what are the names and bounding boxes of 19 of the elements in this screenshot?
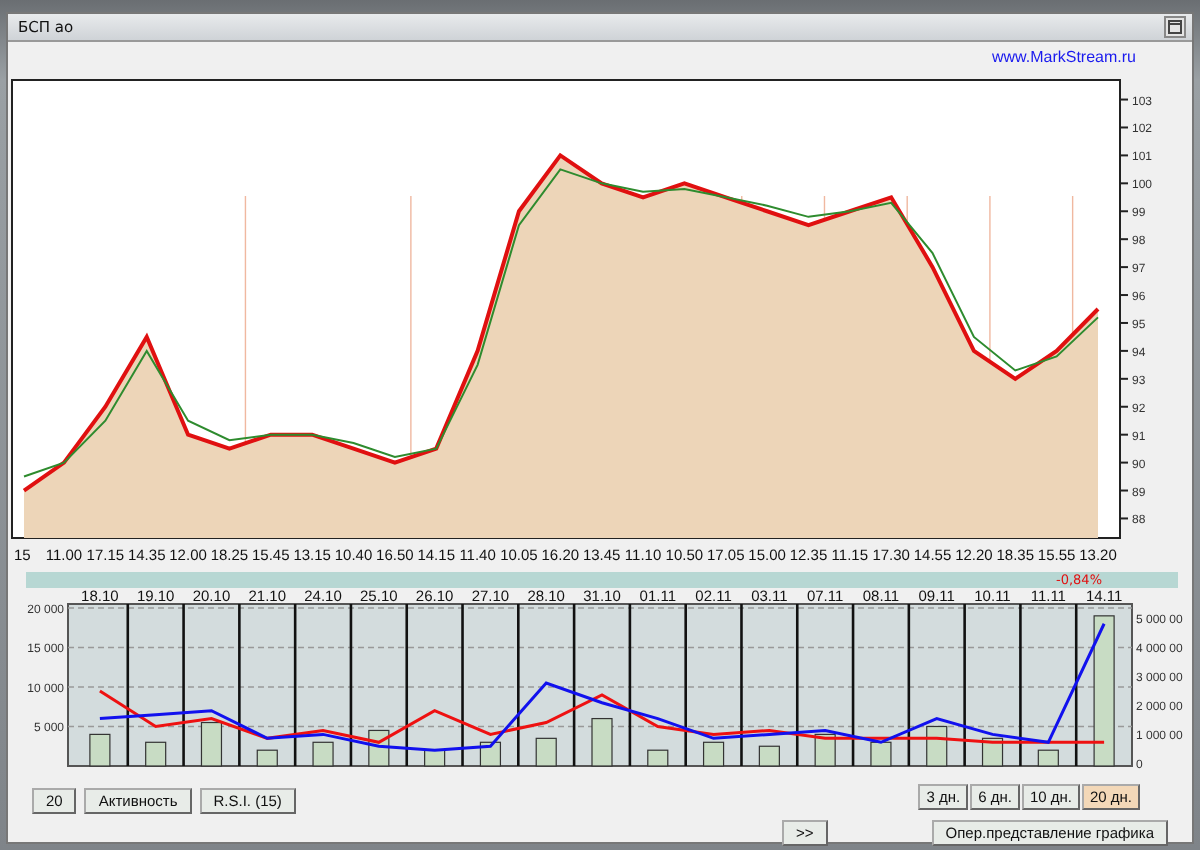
volume-bar xyxy=(145,741,167,767)
website-link[interactable]: www.MarkStream.ru xyxy=(991,48,1136,72)
volume-bar xyxy=(535,737,557,767)
volume-bar xyxy=(591,718,613,767)
volume-bar xyxy=(479,741,502,767)
volume-bar xyxy=(870,741,892,767)
volume-bar xyxy=(256,749,278,767)
volume-bar xyxy=(981,737,1004,767)
volume-bar xyxy=(89,733,111,767)
volume-bar xyxy=(814,733,836,767)
volume-bar xyxy=(758,745,780,767)
window-icon xyxy=(1168,20,1182,34)
volume-bar xyxy=(200,721,223,767)
restore-button[interactable] xyxy=(1164,16,1186,38)
volume-bar xyxy=(926,725,948,767)
volume-bar xyxy=(647,749,669,767)
volume-bar xyxy=(1037,749,1059,767)
volume-bar xyxy=(703,741,725,767)
volume-bar xyxy=(312,741,334,767)
